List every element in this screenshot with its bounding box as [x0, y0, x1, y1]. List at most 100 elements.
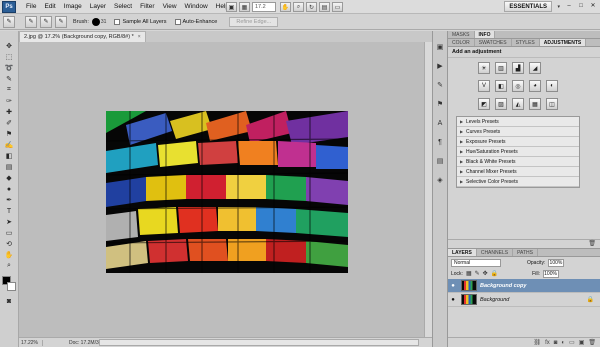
launch-minibridge-icon[interactable]: ▦ — [239, 2, 250, 12]
quick-mask-icon[interactable]: ◙ — [3, 296, 16, 306]
preset-levels[interactable]: ▶ Levels Presets — [457, 117, 579, 127]
delete-icon[interactable]: 🗑 — [588, 240, 596, 248]
document-image[interactable] — [106, 111, 348, 273]
tab-adjustments[interactable]: ADJUSTMENTS — [539, 39, 587, 46]
eraser-tool-icon[interactable]: ◧ — [3, 151, 16, 161]
tool-presets-icon[interactable]: ▤ — [434, 155, 446, 167]
lock-transparency-icon[interactable]: ▦ — [466, 270, 472, 277]
maximize-icon[interactable]: □ — [576, 2, 586, 11]
invert-icon[interactable]: ◩ — [478, 98, 490, 110]
preset-black-white[interactable]: ▶ Black & White Presets — [457, 157, 579, 167]
tab-swatches[interactable]: SWATCHES — [475, 39, 512, 46]
menu-select[interactable]: Select — [110, 0, 136, 14]
new-layer-icon[interactable]: ▣ — [579, 339, 585, 346]
new-selection-icon[interactable]: ✎ — [25, 15, 37, 28]
clone-source-icon[interactable]: ⚑ — [434, 98, 446, 110]
eye-icon[interactable]: ● — [448, 283, 458, 289]
dodge-tool-icon[interactable]: ● — [3, 184, 16, 194]
lock-pixels-icon[interactable]: ✎ — [475, 270, 480, 277]
tab-masks[interactable]: MASKS — [448, 31, 475, 38]
color-balance-icon[interactable]: ◎ — [512, 80, 524, 92]
vertical-scrollbar[interactable] — [424, 42, 432, 337]
fill-input[interactable]: 100% — [542, 269, 559, 278]
menu-view[interactable]: View — [159, 0, 181, 14]
screen-mode-icon[interactable]: ▭ — [332, 2, 343, 12]
gradient-tool-icon[interactable]: ▤ — [3, 162, 16, 172]
new-group-icon[interactable]: ▭ — [569, 339, 575, 346]
menu-layer[interactable]: Layer — [86, 0, 110, 14]
lock-position-icon[interactable]: ✥ — [483, 270, 488, 277]
lasso-tool-icon[interactable]: ➰ — [3, 63, 16, 73]
menu-image[interactable]: Image — [60, 0, 86, 14]
vibrance-icon[interactable]: V — [478, 80, 490, 92]
refine-edge-button[interactable]: Refine Edge... — [229, 16, 279, 27]
preset-selective-color[interactable]: ▶ Selective Color Presets — [457, 177, 579, 187]
actions-panel-icon[interactable]: ▶ — [434, 60, 446, 72]
3d-rotate-icon[interactable]: ⟲ — [3, 239, 16, 249]
levels-icon[interactable]: ▥ — [495, 62, 507, 74]
crop-tool-icon[interactable]: ⌗ — [3, 85, 16, 95]
status-zoom[interactable]: 17.22% — [19, 339, 43, 346]
black-white-icon[interactable]: ◕ — [529, 80, 541, 92]
close-tab-icon[interactable]: × — [138, 32, 141, 42]
lock-all-icon[interactable]: 🔒 — [491, 270, 498, 277]
preset-channel-mixer[interactable]: ▶ Channel Mixer Presets — [457, 167, 579, 177]
preset-curves[interactable]: ▶ Curves Presets — [457, 127, 579, 137]
gradient-map-icon[interactable]: ▦ — [529, 98, 541, 110]
close-icon[interactable]: ✕ — [588, 2, 598, 11]
launch-bridge-icon[interactable]: ▣ — [226, 2, 237, 12]
minimize-icon[interactable]: – — [564, 2, 574, 11]
navigator-panel-icon[interactable]: ◈ — [434, 174, 446, 186]
brush-presets-icon[interactable]: ✎ — [434, 79, 446, 91]
chevron-down-icon[interactable]: ▾ — [557, 4, 560, 10]
quick-selection-tool-preset-icon[interactable]: ✎ — [3, 15, 15, 28]
zoom-tool-icon[interactable]: ⌕ — [3, 261, 16, 271]
preset-hue-saturation[interactable]: ▶ Hue/Saturation Presets — [457, 147, 579, 157]
layer-style-icon[interactable]: fx — [545, 340, 550, 346]
menu-window[interactable]: Window — [181, 0, 212, 14]
tab-styles[interactable]: STYLES — [512, 39, 540, 46]
document-tab[interactable]: 2.jpg @ 17.2% (Background copy, RGB/8#) … — [19, 31, 146, 42]
brush-tool-icon[interactable]: ✐ — [3, 118, 16, 128]
link-layers-icon[interactable]: ⛓ — [533, 339, 541, 346]
add-to-selection-icon[interactable]: ✎ — [40, 15, 52, 28]
hand-tool-icon[interactable]: ✋ — [280, 2, 291, 12]
layer-row-background-copy[interactable]: ● Background copy — [448, 279, 600, 293]
shape-tool-icon[interactable]: ▭ — [3, 228, 16, 238]
photo-filter-icon[interactable]: ◐ — [546, 80, 558, 92]
pen-tool-icon[interactable]: ✒ — [3, 195, 16, 205]
curves-icon[interactable]: ▟ — [512, 62, 524, 74]
opacity-input[interactable]: 100% — [548, 258, 565, 267]
blur-tool-icon[interactable]: ◆ — [3, 173, 16, 183]
path-selection-icon[interactable]: ➤ — [3, 217, 16, 227]
marquee-tool-icon[interactable]: ⬚ — [3, 52, 16, 62]
subtract-from-selection-icon[interactable]: ✎ — [55, 15, 67, 28]
delete-layer-icon[interactable]: 🗑 — [588, 339, 596, 346]
quick-selection-tool-icon[interactable]: ✎ — [3, 74, 16, 84]
eyedropper-tool-icon[interactable]: ✑ — [3, 96, 16, 106]
add-mask-icon[interactable]: ◙ — [554, 340, 558, 346]
adjustment-layer-icon[interactable]: ◐ — [561, 340, 565, 346]
character-panel-icon[interactable]: A — [434, 117, 446, 129]
paragraph-panel-icon[interactable]: ¶ — [434, 136, 446, 148]
type-tool-icon[interactable]: T — [3, 206, 16, 216]
rotate-view-icon[interactable]: ↻ — [306, 2, 317, 12]
eye-icon[interactable]: ● — [448, 297, 458, 303]
background-color[interactable] — [7, 282, 16, 291]
auto-enhance-checkbox[interactable] — [174, 18, 181, 25]
tab-color[interactable]: COLOR — [448, 39, 475, 46]
posterize-icon[interactable]: ▨ — [495, 98, 507, 110]
clone-stamp-icon[interactable]: ⚑ — [3, 129, 16, 139]
tab-paths[interactable]: PATHS — [513, 249, 538, 256]
brush-picker[interactable] — [91, 17, 100, 26]
sample-all-layers-checkbox[interactable] — [114, 18, 121, 25]
horizontal-scrollbar[interactable] — [99, 339, 419, 346]
hand-tool-icon[interactable]: ✋ — [3, 250, 16, 260]
workspace-switcher[interactable]: ESSENTIALS — [504, 1, 552, 12]
blend-mode-select[interactable]: Normal — [451, 258, 501, 267]
preset-exposure[interactable]: ▶ Exposure Presets — [457, 137, 579, 147]
menu-file[interactable]: File — [22, 0, 40, 14]
menu-filter[interactable]: Filter — [136, 0, 158, 14]
layer-row-background[interactable]: ● Background 🔒 — [448, 293, 600, 307]
history-brush-icon[interactable]: ✍ — [3, 140, 16, 150]
